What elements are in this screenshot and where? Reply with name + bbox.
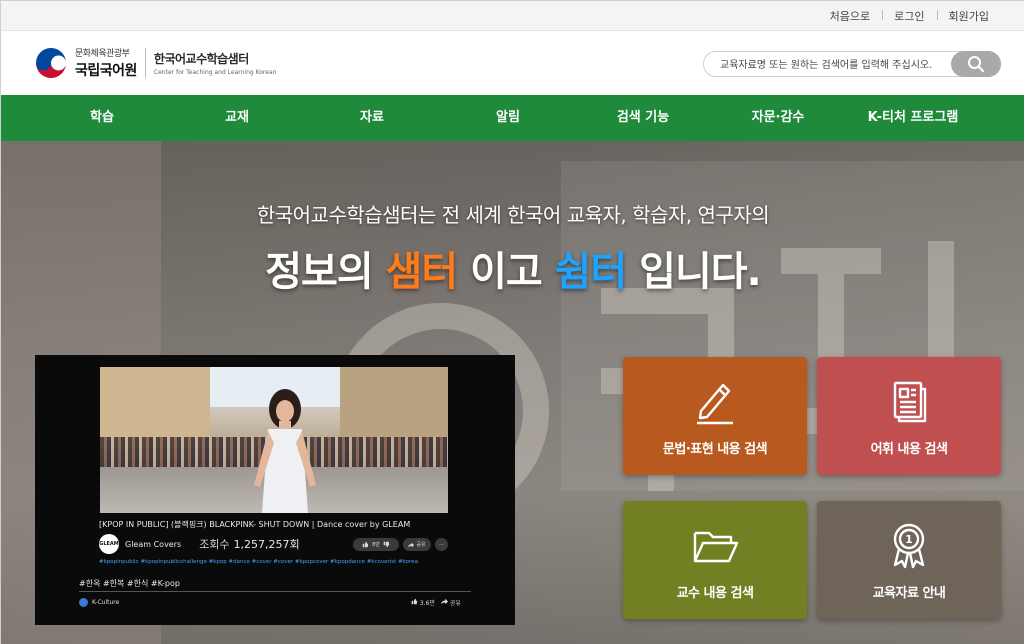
channel-row: GLEAM Gleam Covers 조회수 1,257,257회 <box>99 533 300 555</box>
main-nav: 학습 교재 자료 알림 검색 기능 자문·감수 K-티처 프로그램 <box>1 95 1024 141</box>
video-source-name: K-Culture <box>92 599 120 606</box>
tile-label: 어휘 내용 검색 <box>870 442 948 457</box>
like-dislike-pill[interactable]: 8만 <box>353 538 399 551</box>
institute-name: 문화체육관광부 국립국어원 <box>75 46 137 80</box>
tile-teaching-search[interactable]: 교수 내용 검색 <box>623 501 807 619</box>
hero-headline: 정보의 샘터 이고 쉼터 입니다. <box>1 239 1024 297</box>
likes-count: 3.6만 <box>419 600 435 607</box>
nav-item-k-teacher[interactable]: K-티처 프로그램 <box>868 95 959 141</box>
award-icon: 1 <box>893 523 925 569</box>
video-divider <box>79 591 471 592</box>
logo-divider <box>144 48 146 78</box>
pencil-icon <box>697 383 733 425</box>
thumbs-up-icon <box>411 598 418 605</box>
nav-item-advisory[interactable]: 자문·감수 <box>752 95 805 141</box>
channel-name[interactable]: Gleam Covers <box>125 540 181 549</box>
institute-title: 국립국어원 <box>75 63 137 79</box>
site-header: 문화체육관광부 국립국어원 한국어교수학습샘터 Center for Teach… <box>1 31 1024 95</box>
folder-icon <box>693 531 739 563</box>
tile-grammar-search[interactable]: 문법·표현 내용 검색 <box>623 357 807 475</box>
search-box <box>703 51 1001 77</box>
svg-text:1: 1 <box>905 533 913 546</box>
thumb-building-left <box>100 367 210 447</box>
view-count: 1,257,257회 <box>233 538 300 551</box>
headline-highlight-swimteo: 쉼터 <box>554 249 628 295</box>
video-tags[interactable]: #한옥 #한복 #한식 #K-pop <box>79 578 180 589</box>
share-pill[interactable]: 공유 <box>403 538 431 551</box>
video-thumbnail[interactable] <box>100 367 448 513</box>
share-pill-label: 공유 <box>416 542 426 548</box>
thumb-dancer <box>254 389 316 513</box>
nav-item-textbook[interactable]: 교재 <box>225 95 249 141</box>
share-icon <box>440 598 448 605</box>
center-name-kr: 한국어교수학습샘터 <box>153 52 249 66</box>
search-button[interactable] <box>951 51 1001 77</box>
tile-label: 교수 내용 검색 <box>676 586 754 601</box>
document-icon <box>893 381 927 423</box>
ministry-name: 문화체육관광부 <box>75 49 130 59</box>
thumbs-up-icon <box>362 541 369 548</box>
tile-label: 교육자료 안내 <box>872 586 946 601</box>
thumb-building-right <box>340 367 448 447</box>
k-culture-icon <box>79 598 88 607</box>
nav-item-notice[interactable]: 알림 <box>496 95 520 141</box>
login-link[interactable]: 로그인 <box>882 8 936 24</box>
tile-vocabulary-search[interactable]: 어휘 내용 검색 <box>817 357 1001 475</box>
share-label: 공유 <box>449 600 461 607</box>
views-label: 조회수 <box>199 538 230 551</box>
utility-links: 처음으로 로그인 회원가입 <box>818 1 1001 31</box>
video-title[interactable]: [KPOP IN PUBLIC] (블랙핑크) BLACKPINK- SHUT … <box>99 519 410 530</box>
more-options-pill[interactable]: ··· <box>435 538 448 551</box>
search-input[interactable] <box>720 56 944 74</box>
video-hashtags[interactable]: #kpopinpublic #kpopinpublicchallenge #kp… <box>99 559 418 565</box>
tile-materials-guide[interactable]: 1 교육자료 안내 <box>817 501 1001 619</box>
signup-link[interactable]: 회원가입 <box>936 8 1001 24</box>
like-count: 8만 <box>372 542 380 548</box>
nav-item-search-function[interactable]: 검색 기능 <box>617 95 669 141</box>
tile-label: 문법·표현 내용 검색 <box>662 442 768 457</box>
taegeuk-emblem-icon <box>34 46 68 80</box>
utility-bar: 처음으로 로그인 회원가입 <box>1 1 1024 31</box>
search-icon <box>968 56 985 73</box>
headline-part-1: 정보의 <box>265 249 386 295</box>
video-likes-share[interactable]: 3.6만 공유 <box>411 598 461 607</box>
video-source[interactable]: K-Culture <box>79 598 119 607</box>
home-link[interactable]: 처음으로 <box>818 8 882 24</box>
center-name-en: Center for Teaching and Learning Korean <box>153 69 277 76</box>
center-name: 한국어교수학습샘터 Center for Teaching and Learni… <box>154 50 277 76</box>
share-icon <box>408 542 415 547</box>
nav-item-learning[interactable]: 학습 <box>90 95 114 141</box>
nav-item-materials[interactable]: 자료 <box>360 95 384 141</box>
site-logo[interactable]: 문화체육관광부 국립국어원 한국어교수학습샘터 Center for Teach… <box>33 45 276 81</box>
thumbs-down-icon <box>383 541 390 548</box>
headline-highlight-saemteo: 샘터 <box>385 249 459 295</box>
video-card[interactable]: [KPOP IN PUBLIC] (블랙핑크) BLACKPINK- SHUT … <box>35 355 515 625</box>
headline-part-2: 이고 <box>457 249 555 295</box>
channel-avatar[interactable]: GLEAM <box>99 534 119 554</box>
hero-tagline: 한국어교수학습샘터는 전 세계 한국어 교육자, 학습자, 연구자의 <box>256 203 770 227</box>
headline-part-3: 입니다. <box>626 249 762 295</box>
hero-banner: 한국어교수학습샘터는 전 세계 한국어 교육자, 학습자, 연구자의 정보의 샘… <box>1 141 1024 644</box>
